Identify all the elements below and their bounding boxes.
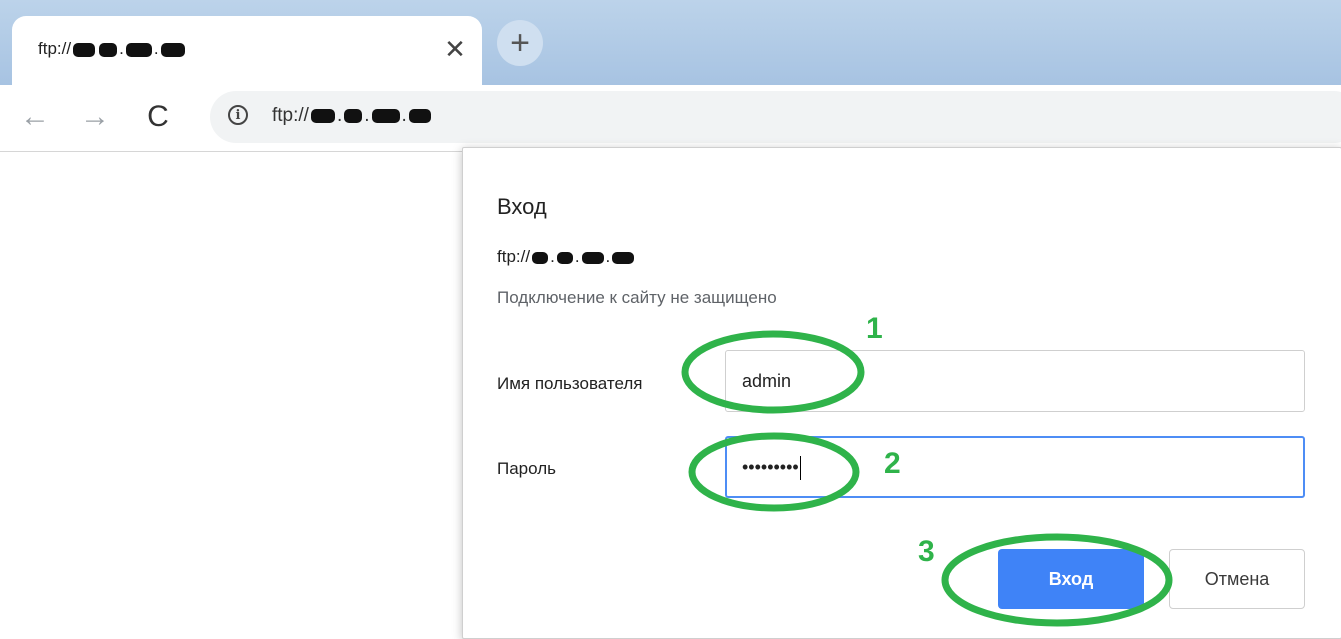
login-dialog: Вход ftp://... Подключение к сайту не за…: [462, 147, 1341, 639]
annotation-step-2: 2: [884, 447, 901, 480]
dialog-url: ftp://...: [497, 247, 636, 267]
login-button[interactable]: Вход: [998, 549, 1144, 609]
redacted-text: [344, 108, 363, 123]
dialog-url-prefix: ftp://: [497, 247, 531, 266]
back-arrow-icon[interactable]: ←: [15, 97, 55, 137]
redacted-text: [99, 42, 118, 57]
password-input[interactable]: •••••••••: [725, 436, 1305, 498]
dialog-title: Вход: [497, 194, 547, 219]
redacted-text: [310, 108, 335, 123]
redacted-text: [408, 108, 431, 123]
browser-tab[interactable]: ftp://.. ✕: [12, 16, 482, 86]
close-icon[interactable]: ✕: [440, 34, 470, 64]
annotation-step-1: 1: [866, 312, 883, 345]
redacted-text: [581, 251, 604, 264]
redacted-text: [160, 42, 185, 57]
password-value: •••••••••: [742, 457, 799, 477]
tab-strip: ftp://.. ✕ +: [0, 0, 1341, 86]
tab-title: ftp://..: [38, 39, 187, 59]
address-bar[interactable]: i ftp://...: [210, 91, 1341, 143]
address-url: ftp://...: [272, 105, 433, 127]
password-label: Пароль: [497, 459, 556, 478]
redacted-text: [612, 251, 635, 264]
reload-icon[interactable]: C: [138, 97, 178, 137]
browser-toolbar: ← → C i ftp://...: [0, 85, 1341, 152]
redacted-text: [532, 251, 549, 264]
username-label: Имя пользователя: [497, 374, 643, 393]
redacted-text: [556, 251, 573, 264]
cancel-button[interactable]: Отмена: [1169, 549, 1305, 609]
redacted-text: [371, 108, 400, 123]
annotation-step-3: 3: [918, 535, 935, 568]
new-tab-button[interactable]: +: [497, 20, 543, 66]
text-caret: [799, 456, 801, 481]
info-icon[interactable]: i: [228, 105, 248, 125]
forward-arrow-icon[interactable]: →: [75, 97, 115, 137]
username-input[interactable]: admin: [725, 350, 1305, 412]
security-warning: Подключение к сайту не защищено: [497, 288, 777, 307]
redacted-text: [125, 42, 152, 57]
tab-title-prefix: ftp://: [38, 39, 72, 58]
redacted-text: [73, 42, 96, 57]
address-url-prefix: ftp://: [272, 105, 309, 126]
